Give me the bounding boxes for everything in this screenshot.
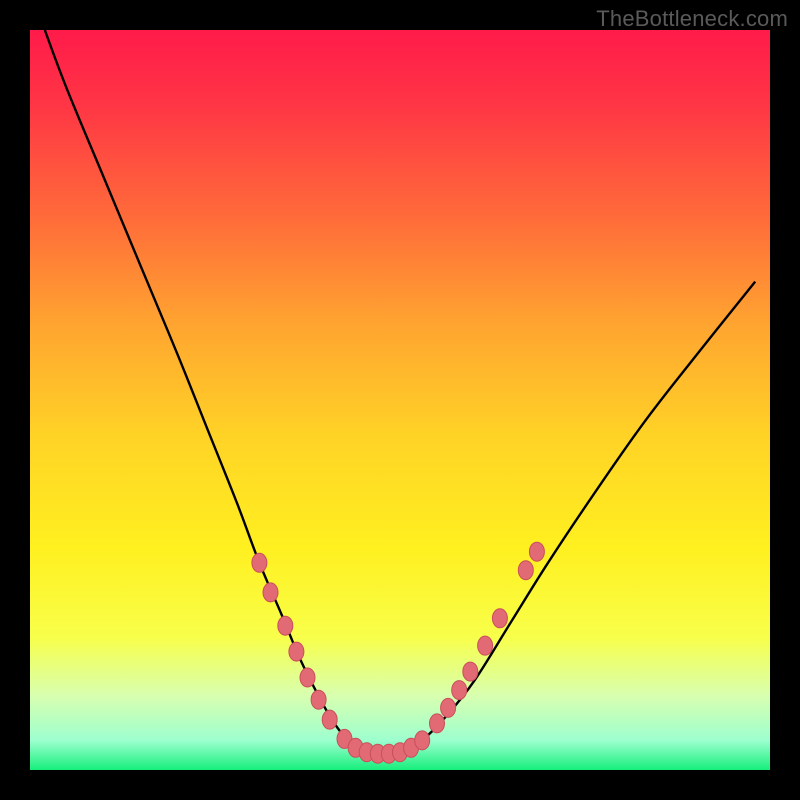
marker-dot bbox=[441, 698, 456, 717]
bottleneck-curve bbox=[45, 30, 755, 754]
marker-dot bbox=[478, 636, 493, 655]
marker-dot bbox=[415, 731, 430, 750]
dots-group bbox=[252, 542, 545, 763]
marker-dot bbox=[452, 681, 467, 700]
plot-area bbox=[30, 30, 770, 770]
watermark-label: TheBottleneck.com bbox=[596, 6, 788, 32]
marker-dot bbox=[278, 616, 293, 635]
chart-frame: TheBottleneck.com bbox=[0, 0, 800, 800]
chart-svg bbox=[30, 30, 770, 770]
marker-dot bbox=[252, 553, 267, 572]
marker-dot bbox=[518, 561, 533, 580]
marker-dot bbox=[322, 710, 337, 729]
marker-dot bbox=[311, 690, 326, 709]
marker-dot bbox=[300, 668, 315, 687]
marker-dot bbox=[430, 714, 445, 733]
marker-dot bbox=[289, 642, 304, 661]
marker-dot bbox=[263, 583, 278, 602]
marker-dot bbox=[492, 609, 507, 628]
marker-dot bbox=[529, 542, 544, 561]
marker-dot bbox=[463, 662, 478, 681]
